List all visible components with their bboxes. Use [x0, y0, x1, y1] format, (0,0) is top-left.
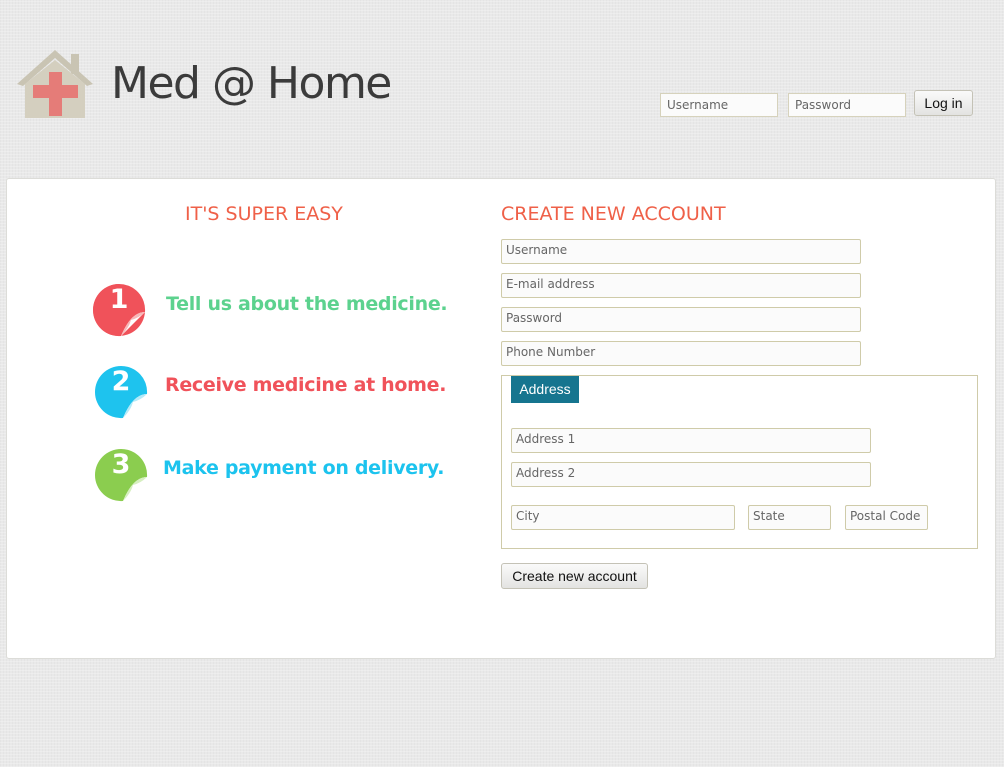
step-3-number: 3: [111, 449, 131, 480]
address-2-input[interactable]: [511, 462, 871, 487]
signup-password-input[interactable]: [501, 307, 861, 332]
address-legend: Address: [511, 376, 579, 403]
step-3-text: Make payment on delivery.: [163, 457, 445, 479]
step-2-number: 2: [111, 366, 131, 397]
create-account-button[interactable]: Create new account: [501, 563, 648, 589]
postal-code-input[interactable]: [845, 505, 928, 530]
login-password-input[interactable]: [788, 93, 906, 117]
signup-phone-input[interactable]: [501, 341, 861, 366]
step-2-text: Receive medicine at home.: [165, 374, 447, 396]
signup-email-input[interactable]: [501, 273, 861, 298]
house-medical-cross-icon: [17, 50, 93, 118]
site-title: Med @ Home: [111, 58, 392, 109]
state-input[interactable]: [748, 505, 831, 530]
step-1-text: Tell us about the medicine.: [166, 293, 448, 315]
login-button[interactable]: Log in: [914, 90, 973, 116]
login-username-input[interactable]: [660, 93, 778, 117]
signup-username-input[interactable]: [501, 239, 861, 264]
address-1-input[interactable]: [511, 428, 871, 453]
step-1-number: 1: [109, 284, 129, 315]
signup-heading: CREATE NEW ACCOUNT: [501, 203, 726, 225]
city-input[interactable]: [511, 505, 735, 530]
main-panel: IT'S SUPER EASY 1 Tell us about the medi…: [6, 178, 996, 659]
steps-heading: IT'S SUPER EASY: [185, 203, 343, 225]
